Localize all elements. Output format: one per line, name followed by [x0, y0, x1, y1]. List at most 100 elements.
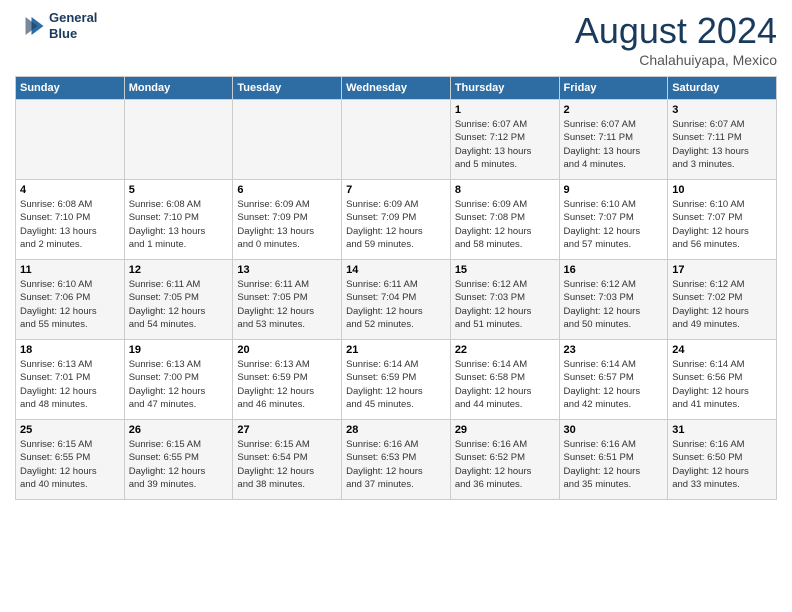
day-info: Sunrise: 6:13 AM Sunset: 6:59 PM Dayligh… — [237, 358, 337, 411]
calendar-cell: 16 Sunrise: 6:12 AM Sunset: 7:03 PM Dayli… — [559, 260, 668, 340]
day-info: Sunrise: 6:08 AM Sunset: 7:10 PM Dayligh… — [20, 198, 120, 251]
day-number: 15 — [455, 264, 555, 276]
day-info: Sunrise: 6:16 AM Sunset: 6:51 PM Dayligh… — [564, 438, 664, 491]
weekday-header-tuesday: Tuesday — [233, 77, 342, 100]
day-number: 21 — [346, 344, 446, 356]
weekday-header-wednesday: Wednesday — [342, 77, 451, 100]
day-number: 10 — [672, 184, 772, 196]
logo: General Blue — [15, 10, 97, 41]
calendar-cell: 29 Sunrise: 6:16 AM Sunset: 6:52 PM Dayli… — [450, 420, 559, 500]
calendar-cell: 2 Sunrise: 6:07 AM Sunset: 7:11 PM Daylig… — [559, 100, 668, 180]
day-info: Sunrise: 6:13 AM Sunset: 7:01 PM Dayligh… — [20, 358, 120, 411]
day-info: Sunrise: 6:11 AM Sunset: 7:05 PM Dayligh… — [237, 278, 337, 331]
calendar-cell: 15 Sunrise: 6:12 AM Sunset: 7:03 PM Dayli… — [450, 260, 559, 340]
day-info: Sunrise: 6:09 AM Sunset: 7:09 PM Dayligh… — [346, 198, 446, 251]
day-number: 1 — [455, 104, 555, 116]
day-number: 29 — [455, 424, 555, 436]
day-number: 22 — [455, 344, 555, 356]
calendar-cell: 10 Sunrise: 6:10 AM Sunset: 7:07 PM Dayli… — [668, 180, 777, 260]
day-number: 18 — [20, 344, 120, 356]
page-header: General Blue August 2024 Chalahuiyapa, M… — [15, 10, 777, 68]
calendar-cell — [124, 100, 233, 180]
calendar-cell — [16, 100, 125, 180]
day-number: 3 — [672, 104, 772, 116]
day-info: Sunrise: 6:10 AM Sunset: 7:06 PM Dayligh… — [20, 278, 120, 331]
calendar-cell: 24Sunrise: 6:14 AM Sunset: 6:56 PM Dayli… — [668, 340, 777, 420]
calendar-cell: 27Sunrise: 6:15 AM Sunset: 6:54 PM Dayli… — [233, 420, 342, 500]
day-info: Sunrise: 6:16 AM Sunset: 6:52 PM Dayligh… — [455, 438, 555, 491]
day-info: Sunrise: 6:13 AM Sunset: 7:00 PM Dayligh… — [129, 358, 229, 411]
month-title: August 2024 — [575, 10, 777, 52]
week-row-1: 1Sunrise: 6:07 AM Sunset: 7:12 PM Daylig… — [16, 100, 777, 180]
day-number: 7 — [346, 184, 446, 196]
day-number: 24 — [672, 344, 772, 356]
day-number: 13 — [237, 264, 337, 276]
day-number: 31 — [672, 424, 772, 436]
calendar-cell: 22 Sunrise: 6:14 AM Sunset: 6:58 PM Dayli… — [450, 340, 559, 420]
day-number: 26 — [129, 424, 229, 436]
day-number: 30 — [564, 424, 664, 436]
calendar-cell: 21 Sunrise: 6:14 AM Sunset: 6:59 PM Dayli… — [342, 340, 451, 420]
day-info: Sunrise: 6:12 AM Sunset: 7:03 PM Dayligh… — [564, 278, 664, 331]
day-info: Sunrise: 6:14 AM Sunset: 6:58 PM Dayligh… — [455, 358, 555, 411]
day-number: 16 — [564, 264, 664, 276]
week-row-5: 25 Sunrise: 6:15 AM Sunset: 6:55 PM Dayli… — [16, 420, 777, 500]
week-row-4: 18 Sunrise: 6:13 AM Sunset: 7:01 PM Dayli… — [16, 340, 777, 420]
day-info: Sunrise: 6:08 AM Sunset: 7:10 PM Dayligh… — [129, 198, 229, 251]
day-number: 2 — [564, 104, 664, 116]
calendar-cell: 11 Sunrise: 6:10 AM Sunset: 7:06 PM Dayli… — [16, 260, 125, 340]
location: Chalahuiyapa, Mexico — [575, 52, 777, 68]
calendar-cell: 31 Sunrise: 6:16 AM Sunset: 6:50 PM Dayli… — [668, 420, 777, 500]
logo-icon — [15, 11, 45, 41]
weekday-header-monday: Monday — [124, 77, 233, 100]
day-number: 20 — [237, 344, 337, 356]
day-info: Sunrise: 6:15 AM Sunset: 6:55 PM Dayligh… — [20, 438, 120, 491]
day-number: 19 — [129, 344, 229, 356]
day-info: Sunrise: 6:09 AM Sunset: 7:08 PM Dayligh… — [455, 198, 555, 251]
day-info: Sunrise: 6:14 AM Sunset: 6:57 PM Dayligh… — [564, 358, 664, 411]
day-number: 11 — [20, 264, 120, 276]
calendar-cell: 26 Sunrise: 6:15 AM Sunset: 6:55 PM Dayli… — [124, 420, 233, 500]
calendar-cell: 5 Sunrise: 6:08 AM Sunset: 7:10 PM Daylig… — [124, 180, 233, 260]
day-info: Sunrise: 6:15 AM Sunset: 6:55 PM Dayligh… — [129, 438, 229, 491]
day-info: Sunrise: 6:10 AM Sunset: 7:07 PM Dayligh… — [564, 198, 664, 251]
calendar-cell: 1Sunrise: 6:07 AM Sunset: 7:12 PM Daylig… — [450, 100, 559, 180]
calendar-cell: 7 Sunrise: 6:09 AM Sunset: 7:09 PM Daylig… — [342, 180, 451, 260]
calendar-cell: 9Sunrise: 6:10 AM Sunset: 7:07 PM Daylig… — [559, 180, 668, 260]
day-number: 25 — [20, 424, 120, 436]
calendar-cell: 20 Sunrise: 6:13 AM Sunset: 6:59 PM Dayli… — [233, 340, 342, 420]
title-block: August 2024 Chalahuiyapa, Mexico — [575, 10, 777, 68]
calendar-cell: 18 Sunrise: 6:13 AM Sunset: 7:01 PM Dayli… — [16, 340, 125, 420]
day-number: 6 — [237, 184, 337, 196]
day-number: 23 — [564, 344, 664, 356]
calendar-cell: 14 Sunrise: 6:11 AM Sunset: 7:04 PM Dayli… — [342, 260, 451, 340]
calendar-cell: 6 Sunrise: 6:09 AM Sunset: 7:09 PM Daylig… — [233, 180, 342, 260]
calendar-cell: 12 Sunrise: 6:11 AM Sunset: 7:05 PM Dayli… — [124, 260, 233, 340]
day-info: Sunrise: 6:10 AM Sunset: 7:07 PM Dayligh… — [672, 198, 772, 251]
day-number: 17 — [672, 264, 772, 276]
day-info: Sunrise: 6:16 AM Sunset: 6:53 PM Dayligh… — [346, 438, 446, 491]
day-info: Sunrise: 6:07 AM Sunset: 7:11 PM Dayligh… — [564, 118, 664, 171]
calendar-cell: 8 Sunrise: 6:09 AM Sunset: 7:08 PM Daylig… — [450, 180, 559, 260]
day-info: Sunrise: 6:11 AM Sunset: 7:05 PM Dayligh… — [129, 278, 229, 331]
day-info: Sunrise: 6:16 AM Sunset: 6:50 PM Dayligh… — [672, 438, 772, 491]
day-info: Sunrise: 6:07 AM Sunset: 7:11 PM Dayligh… — [672, 118, 772, 171]
calendar-cell: 28Sunrise: 6:16 AM Sunset: 6:53 PM Dayli… — [342, 420, 451, 500]
day-number: 27 — [237, 424, 337, 436]
calendar-cell: 19 Sunrise: 6:13 AM Sunset: 7:00 PM Dayli… — [124, 340, 233, 420]
calendar-cell — [233, 100, 342, 180]
day-number: 12 — [129, 264, 229, 276]
day-info: Sunrise: 6:12 AM Sunset: 7:02 PM Dayligh… — [672, 278, 772, 331]
day-info: Sunrise: 6:14 AM Sunset: 6:59 PM Dayligh… — [346, 358, 446, 411]
day-info: Sunrise: 6:09 AM Sunset: 7:09 PM Dayligh… — [237, 198, 337, 251]
logo-text: General Blue — [49, 10, 97, 41]
day-number: 5 — [129, 184, 229, 196]
day-info: Sunrise: 6:12 AM Sunset: 7:03 PM Dayligh… — [455, 278, 555, 331]
calendar-cell: 13 Sunrise: 6:11 AM Sunset: 7:05 PM Dayli… — [233, 260, 342, 340]
day-number: 14 — [346, 264, 446, 276]
day-number: 8 — [455, 184, 555, 196]
calendar-table: SundayMondayTuesdayWednesdayThursdayFrid… — [15, 76, 777, 500]
weekday-header-saturday: Saturday — [668, 77, 777, 100]
day-info: Sunrise: 6:11 AM Sunset: 7:04 PM Dayligh… — [346, 278, 446, 331]
calendar-cell: 25 Sunrise: 6:15 AM Sunset: 6:55 PM Dayli… — [16, 420, 125, 500]
